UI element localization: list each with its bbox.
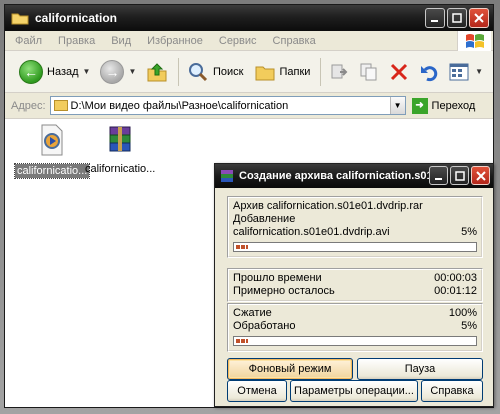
- address-input[interactable]: D:\Мои видео файлы\Разное\californicatio…: [49, 96, 406, 115]
- background-button[interactable]: Фоновый режим: [227, 358, 353, 380]
- forward-button[interactable]: → ▼: [100, 59, 136, 84]
- menu-edit[interactable]: Правка: [58, 35, 95, 47]
- file-item[interactable]: californicatio...: [13, 123, 91, 179]
- maximize-button[interactable]: [447, 8, 467, 28]
- undo-button[interactable]: [419, 62, 439, 82]
- file-name: californicatio...: [13, 163, 91, 179]
- archive-name: Архив californication.s01e01.dvdrip.rar: [233, 200, 423, 212]
- dialog-titlebar[interactable]: Создание архива californication.s01...: [215, 164, 493, 188]
- close-icon: [475, 170, 486, 181]
- total-progress-fill: [236, 339, 248, 343]
- media-file-icon: [41, 124, 63, 156]
- folders-icon: [255, 66, 274, 80]
- dialog-minimize-button[interactable]: [429, 166, 448, 185]
- go-button[interactable]: ➜ Переход: [411, 97, 476, 114]
- options-button[interactable]: Параметры операции...: [290, 380, 418, 402]
- remaining-value: 00:01:12: [434, 285, 477, 297]
- file-item[interactable]: californicatio...: [83, 123, 157, 176]
- folder-icon: [11, 13, 29, 25]
- dialog-title: Создание архива californication.s01...: [239, 170, 442, 182]
- search-button[interactable]: Поиск: [187, 61, 244, 83]
- close-button[interactable]: [469, 8, 489, 28]
- cancel-button[interactable]: Отмена: [227, 380, 287, 402]
- toolbar-separator: [320, 57, 322, 86]
- explorer-titlebar[interactable]: californication: [5, 5, 493, 31]
- views-icon: [449, 63, 469, 80]
- winrar-archive-icon: [109, 126, 131, 152]
- processed-label: Обработано: [233, 320, 296, 332]
- views-dropdown-icon[interactable]: ▼: [475, 67, 483, 76]
- move-to-button[interactable]: [329, 62, 349, 82]
- address-dropdown-icon[interactable]: ▼: [389, 97, 405, 114]
- toolbar-separator: [178, 57, 180, 86]
- dialog-close-button[interactable]: [471, 166, 490, 185]
- remaining-label: Примерно осталось: [233, 285, 335, 297]
- pause-button[interactable]: Пауза: [357, 358, 483, 380]
- total-progress-bar: [233, 336, 477, 346]
- move-to-icon: [331, 64, 348, 78]
- dialog-maximize-button[interactable]: [450, 166, 469, 185]
- back-button[interactable]: ← Назад ▼: [19, 59, 91, 84]
- menu-view[interactable]: Вид: [111, 35, 131, 47]
- current-file: californication.s01e01.dvdrip.avi: [233, 226, 390, 238]
- address-value: D:\Мои видео файлы\Разное\californicatio…: [70, 99, 289, 112]
- file-progress-bar: [233, 242, 477, 252]
- delete-button[interactable]: [389, 62, 409, 82]
- menu-tools[interactable]: Сервис: [219, 35, 257, 47]
- menu-help[interactable]: Справка: [273, 35, 316, 47]
- address-label: Адрес:: [11, 99, 46, 112]
- ratio-label: Сжатие: [233, 307, 272, 319]
- help-button[interactable]: Справка: [421, 380, 483, 402]
- archive-progress-dialog: Создание архива californication.s01... А…: [214, 163, 494, 407]
- menu-favorites[interactable]: Избранное: [147, 35, 203, 47]
- file-progress-fill: [236, 245, 248, 249]
- menu-bar: Файл Правка Вид Избранное Сервис Справка: [5, 31, 493, 51]
- time-panel: Прошло времени 00:00:03 Примерно осталос…: [227, 268, 483, 302]
- window-title: californication: [35, 11, 118, 25]
- file-name: californicatio...: [85, 163, 156, 175]
- toolbar: ← Назад ▼ → ▼ Поиск Папки ▼: [5, 51, 493, 93]
- minimize-button[interactable]: [425, 8, 445, 28]
- folders-button[interactable]: Папки: [254, 62, 311, 82]
- back-dropdown-icon[interactable]: ▼: [83, 67, 91, 76]
- elapsed-value: 00:00:03: [434, 272, 477, 284]
- menu-file[interactable]: Файл: [15, 35, 42, 47]
- copy-to-button[interactable]: [359, 62, 379, 82]
- folder-icon: [53, 100, 68, 111]
- windows-logo-icon: [457, 31, 491, 51]
- processed-value: 5%: [461, 320, 477, 332]
- copy-to-icon: [360, 63, 377, 80]
- back-arrow-icon: ←: [19, 59, 43, 84]
- address-bar: Адрес: D:\Мои видео файлы\Разное\califor…: [5, 93, 493, 119]
- minimize-icon: [434, 177, 442, 180]
- views-button[interactable]: ▼: [449, 62, 483, 82]
- go-label: Переход: [431, 99, 476, 112]
- action-label: Добавление: [233, 213, 296, 225]
- winrar-icon: [221, 170, 233, 182]
- close-icon: [474, 13, 484, 23]
- undo-icon: [421, 65, 438, 81]
- go-arrow-icon: ➜: [411, 97, 428, 114]
- file-percent: 5%: [461, 226, 477, 238]
- search-icon: [189, 62, 208, 81]
- minimize-icon: [431, 20, 438, 22]
- folders-label: Папки: [279, 65, 311, 78]
- forward-arrow-icon: →: [100, 59, 125, 84]
- search-label: Поиск: [213, 65, 244, 78]
- ratio-value: 100%: [448, 307, 477, 319]
- maximize-icon: [454, 170, 465, 181]
- elapsed-label: Прошло времени: [233, 272, 322, 284]
- delete-icon: [391, 63, 408, 80]
- forward-dropdown-icon[interactable]: ▼: [128, 67, 136, 76]
- back-label: Назад: [47, 65, 79, 78]
- up-folder-button[interactable]: [146, 61, 168, 83]
- up-folder-icon: [147, 62, 167, 81]
- total-progress-panel: Сжатие 100% Обработано 5%: [227, 303, 483, 352]
- maximize-icon: [452, 13, 462, 23]
- file-progress-panel: Архив californication.s01e01.dvdrip.rar …: [227, 196, 483, 258]
